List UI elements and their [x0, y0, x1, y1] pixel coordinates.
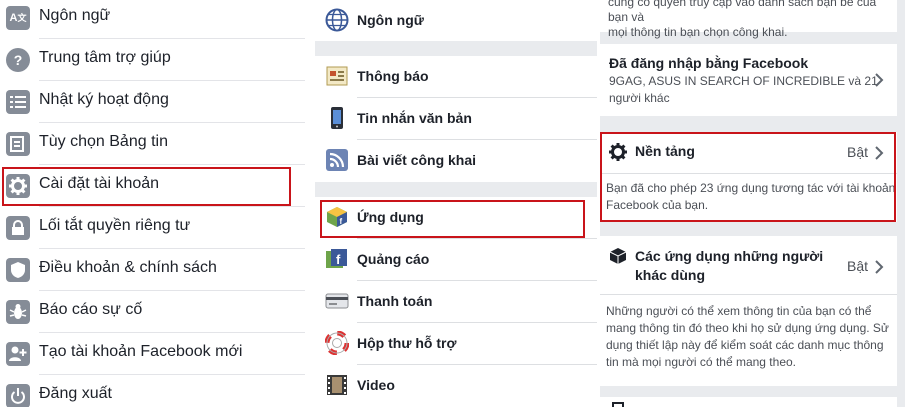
card-description: dụng thiết lập này để kiểm soát các danh…	[606, 338, 884, 352]
apps-settings-panel: cũng có quyền truy cập vào danh sách bạn…	[600, 0, 905, 407]
lock-icon	[6, 216, 30, 240]
menu-item-logout[interactable]: Đăng xuất	[0, 375, 305, 407]
menu-item-label: Trung tâm trợ giúp	[39, 49, 171, 66]
menu-item-terms-policies[interactable]: Điều khoản & chính sách	[0, 249, 305, 291]
ads-icon: f	[325, 247, 349, 271]
settings-item-language[interactable]: Ngôn ngữ	[315, 0, 597, 41]
highlight-account-settings	[2, 167, 291, 206]
settings-item-public-posts[interactable]: Bài viết công khai	[315, 140, 597, 182]
partial-icon	[612, 402, 624, 407]
menu-item-report-problem[interactable]: Báo cáo sự cố	[0, 291, 305, 333]
activity-log-icon	[6, 90, 30, 114]
notification-icon	[325, 64, 349, 88]
menu-item-label: Tạo tài khoản Facebook mới	[39, 343, 243, 360]
payment-icon	[325, 289, 349, 313]
settings-panel: Ngôn ngữ Thông báo Tin nhắn văn bản Bài …	[315, 0, 597, 407]
divider	[600, 294, 897, 295]
settings-item-label: Thanh toán	[357, 293, 433, 309]
menu-item-label: Điều khoản & chính sách	[39, 259, 217, 276]
intro-text: cũng có quyền truy cập vào danh sách bạn…	[600, 0, 897, 39]
menu-item-label: Ngôn ngữ	[39, 7, 111, 24]
card-description: Những người có thể xem thông tin của bạn…	[606, 304, 872, 318]
settings-item-label: Quảng cáo	[357, 251, 430, 267]
settings-item-payments[interactable]: Thanh toán	[315, 281, 597, 323]
logged-in-with-facebook-card[interactable]: Đã đăng nhập bằng Facebook 9GAG, ASUS IN…	[600, 44, 897, 116]
settings-item-video[interactable]: Video	[315, 365, 597, 407]
news-feed-prefs-icon	[6, 132, 30, 156]
rss-icon	[325, 148, 349, 172]
power-icon	[6, 384, 30, 407]
next-card-partial[interactable]	[600, 397, 897, 407]
apps-others-use-card[interactable]: Các ứng dụng những người khác dùng Bật N…	[600, 236, 897, 386]
card-title: Đã đăng nhập bằng Facebook	[609, 55, 809, 71]
menu-item-label: Nhật ký hoạt động	[39, 91, 169, 108]
bug-icon	[6, 300, 30, 324]
globe-icon	[325, 8, 349, 32]
settings-item-label: Video	[357, 377, 395, 393]
shield-icon	[6, 258, 30, 282]
menu-item-label: Tùy chọn Bảng tin	[39, 133, 168, 150]
settings-item-text-messages[interactable]: Tin nhắn văn bản	[315, 98, 597, 140]
menu-item-help-center[interactable]: ? Trung tâm trợ giúp	[0, 39, 305, 81]
menu-item-create-account[interactable]: Tạo tài khoản Facebook mới	[0, 333, 305, 375]
menu-item-activity-log[interactable]: Nhật ký hoạt động	[0, 81, 305, 123]
account-menu-panel: A文 Ngôn ngữ ? Trung tâm trợ giúp Nhật ký…	[0, 0, 305, 407]
phone-icon	[325, 106, 349, 130]
box-icon	[609, 247, 627, 265]
settings-item-support-inbox[interactable]: Hộp thư hỗ trợ	[315, 323, 597, 365]
highlight-platform	[600, 132, 896, 222]
status-value: Bật	[847, 258, 869, 274]
menu-item-news-feed-preferences[interactable]: Tùy chọn Bảng tin	[0, 123, 305, 165]
panel-gap	[305, 0, 315, 407]
intro-line: cũng có quyền truy cập vào danh sách bạn…	[608, 0, 877, 24]
card-description: mang thông tin đó theo khi họ sử dụng ứn…	[606, 321, 889, 335]
help-icon: ?	[6, 48, 30, 72]
settings-item-ads[interactable]: f Quảng cáo	[315, 239, 597, 281]
settings-item-label: Tin nhắn văn bản	[357, 110, 472, 126]
menu-item-language[interactable]: A文 Ngôn ngữ	[0, 0, 305, 39]
language-icon: A文	[6, 6, 30, 30]
settings-item-label: Bài viết công khai	[357, 152, 477, 168]
video-icon	[325, 373, 349, 397]
settings-item-label: Thông báo	[357, 68, 429, 84]
card-title: khác dùng	[635, 267, 706, 283]
settings-item-label: Ngôn ngữ	[357, 12, 424, 28]
menu-item-privacy-shortcuts[interactable]: Lối tắt quyền riêng tư	[0, 207, 305, 249]
menu-item-label: Báo cáo sự cố	[39, 301, 143, 318]
highlight-apps	[320, 200, 585, 238]
settings-item-label: Hộp thư hỗ trợ	[357, 335, 457, 351]
menu-item-label: Lối tắt quyền riêng tư	[39, 217, 191, 234]
card-subtitle: 9GAG, ASUS IN SEARCH OF INCREDIBLE và 21	[609, 74, 878, 88]
add-user-icon	[6, 342, 30, 366]
menu-item-label: Đăng xuất	[39, 385, 112, 402]
svg-text:f: f	[336, 252, 341, 267]
chevron-right-icon	[875, 73, 884, 87]
card-title: Các ứng dụng những người	[635, 248, 824, 264]
intro-line: mọi thông tin bạn chọn công khai.	[608, 25, 788, 39]
card-subtitle: người khác	[609, 91, 670, 105]
lifebuoy-icon	[325, 331, 349, 355]
card-description: tin mà mọi người có thể mang theo.	[606, 355, 796, 369]
chevron-right-icon	[875, 260, 884, 274]
settings-item-notifications[interactable]: Thông báo	[315, 56, 597, 98]
